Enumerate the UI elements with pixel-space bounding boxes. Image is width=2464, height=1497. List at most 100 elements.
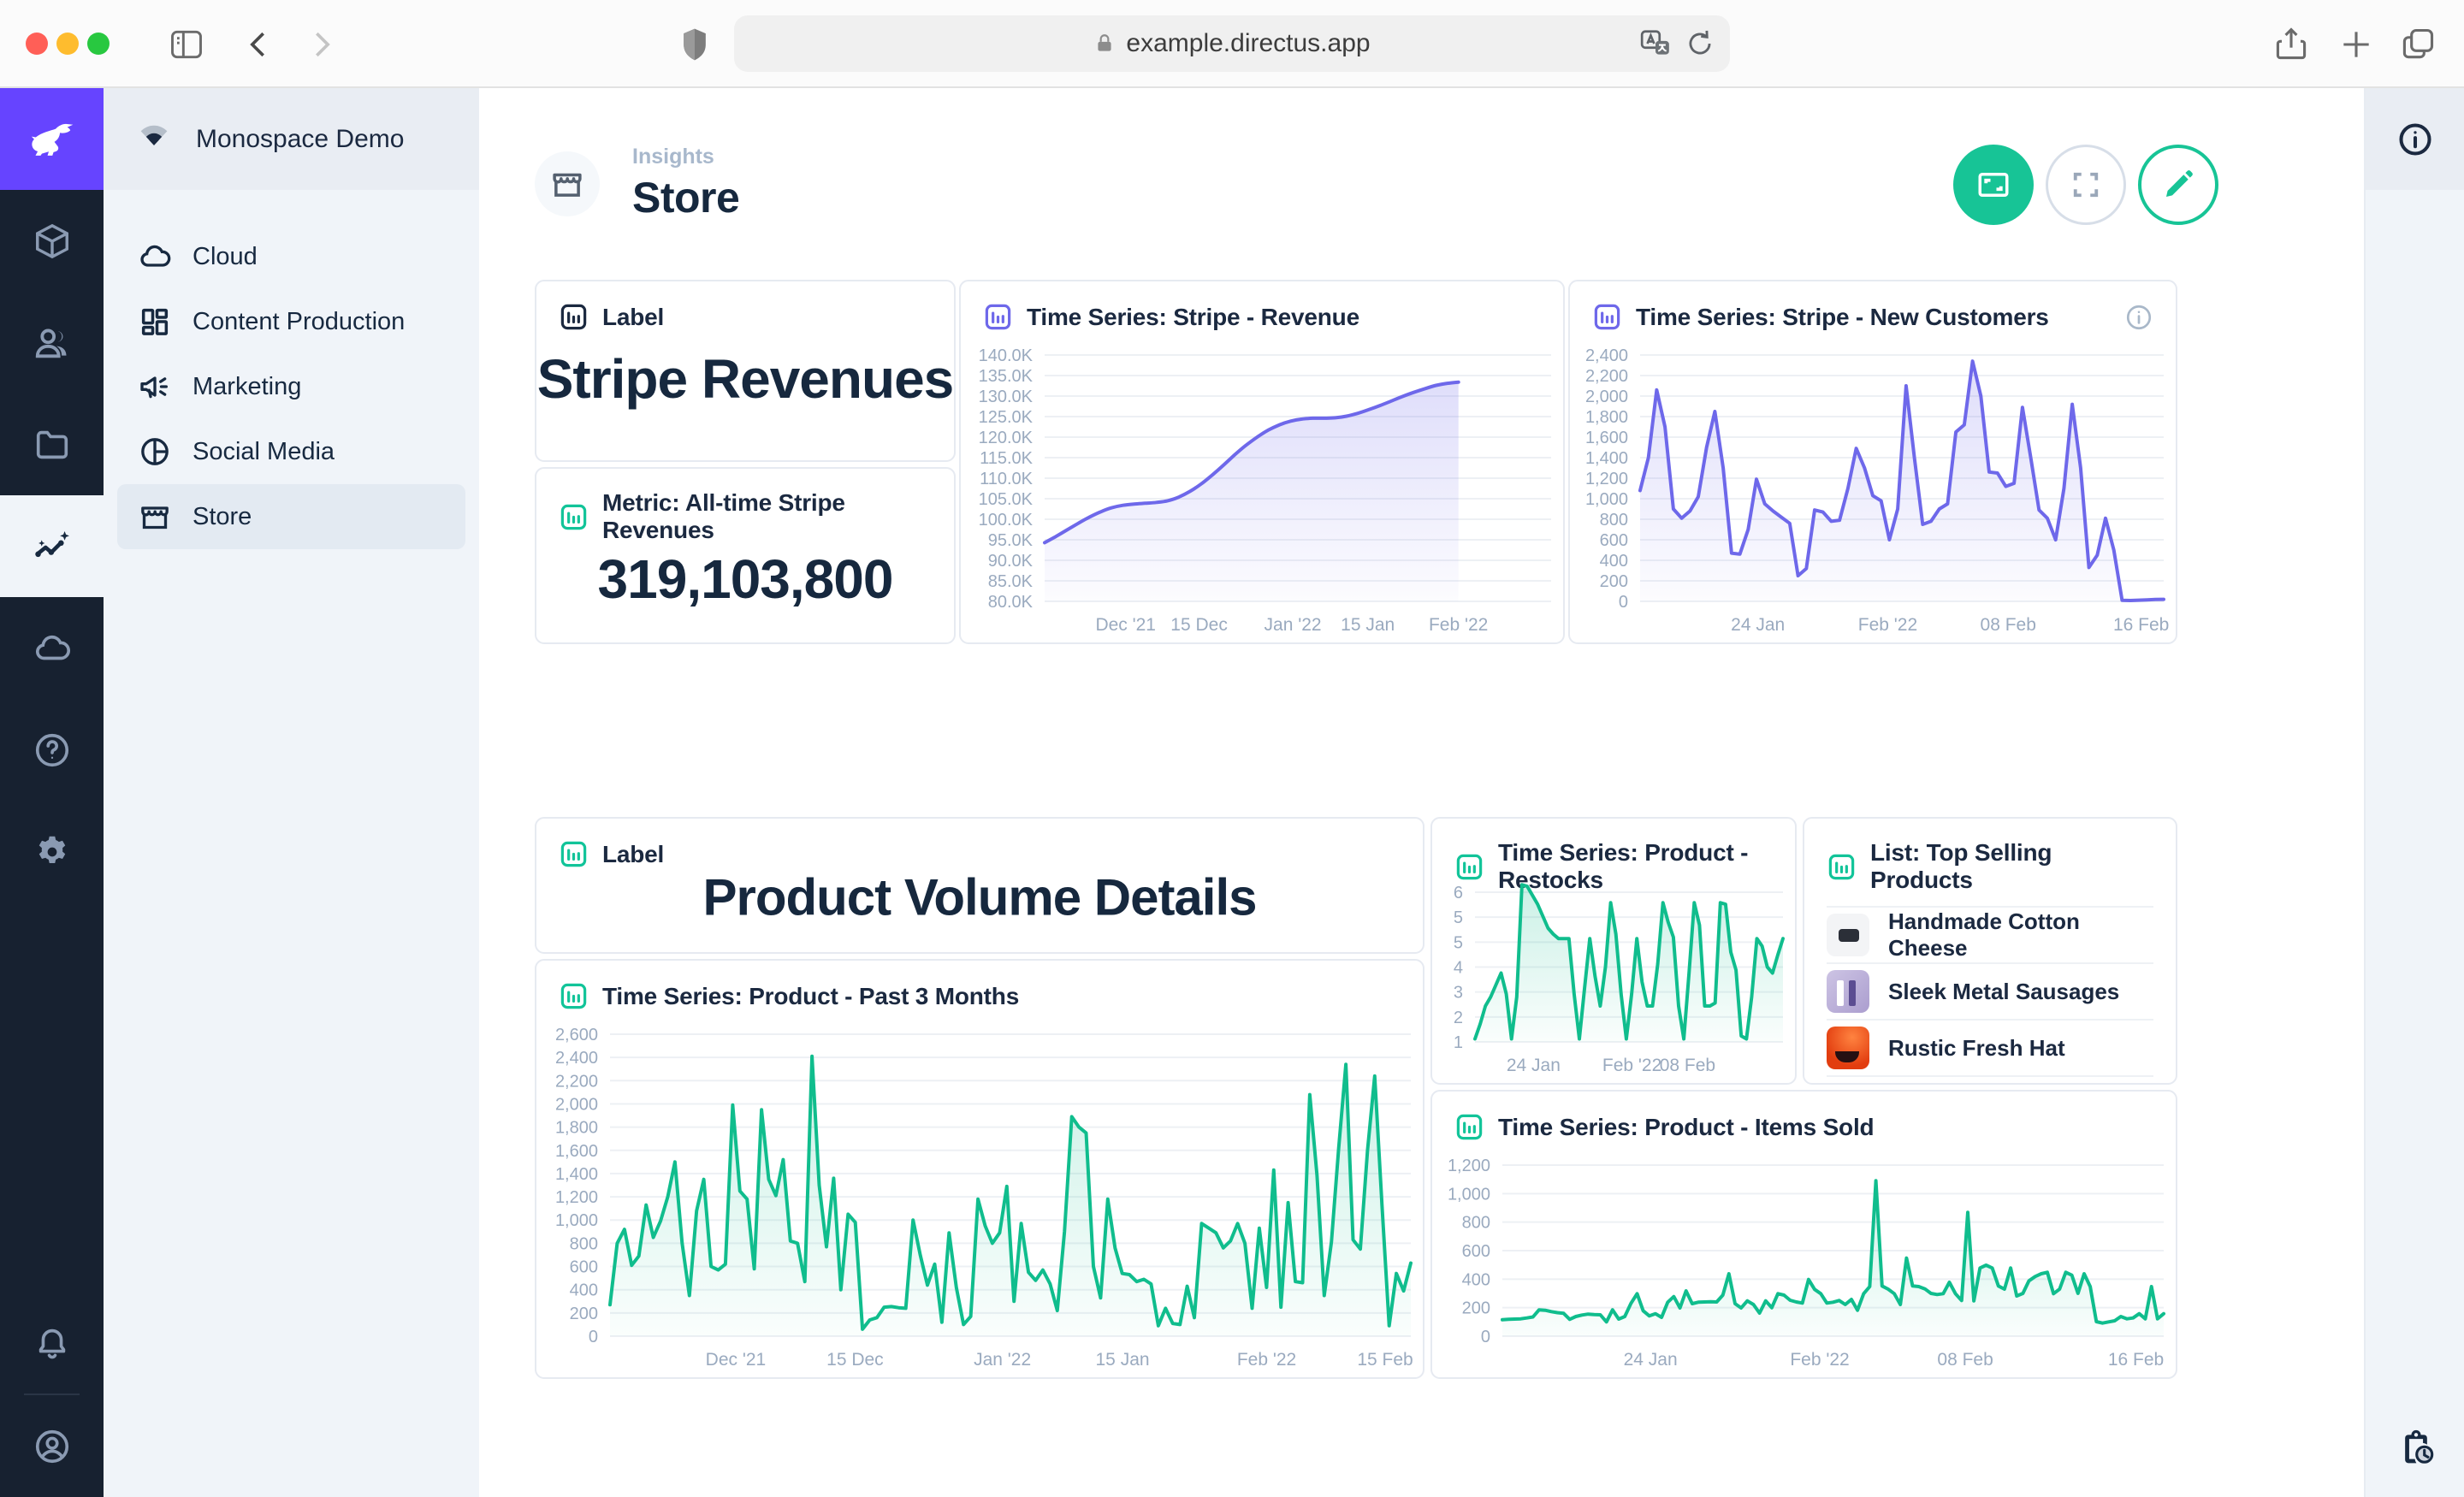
svg-text:08 Feb: 08 Feb bbox=[1937, 1350, 1993, 1370]
svg-text:200: 200 bbox=[570, 1305, 598, 1323]
breadcrumb[interactable]: Insights bbox=[632, 145, 739, 169]
product-items-sold-chart: 1,2001,000800600400200024 JanFeb '2208 F… bbox=[1434, 1146, 2174, 1376]
lock-icon bbox=[1093, 33, 1116, 55]
module-help[interactable] bbox=[0, 699, 104, 801]
page-title: Store bbox=[632, 173, 739, 222]
rabbit-icon bbox=[26, 113, 79, 166]
storefront-icon bbox=[549, 166, 585, 202]
list-item[interactable]: Handmade Cotton Cheese bbox=[1827, 906, 2153, 962]
list-item[interactable]: Rustic Fresh Hat bbox=[1827, 1019, 2153, 1075]
address-bar[interactable]: example.directus.app bbox=[734, 15, 1730, 72]
users-icon bbox=[33, 323, 72, 363]
sidebar-item-content-production[interactable]: Content Production bbox=[117, 289, 465, 354]
svg-text:1,600: 1,600 bbox=[1585, 429, 1628, 447]
edit-dashboard-button[interactable] bbox=[2138, 145, 2218, 225]
panel-metric-stripe[interactable]: Metric: All-time Stripe Revenues 319,103… bbox=[535, 467, 956, 644]
project-header[interactable]: Monospace Demo bbox=[104, 88, 479, 190]
account-button[interactable] bbox=[0, 1395, 104, 1497]
close-window-button[interactable] bbox=[26, 33, 48, 55]
back-button[interactable] bbox=[241, 26, 279, 63]
cloud-icon bbox=[138, 240, 172, 274]
sidebar-item-label: Cloud bbox=[192, 243, 258, 271]
new-tab-icon[interactable] bbox=[2337, 26, 2375, 63]
svg-text:16 Feb: 16 Feb bbox=[2113, 615, 2169, 635]
svg-text:Jan '22: Jan '22 bbox=[1265, 615, 1322, 635]
module-cloud[interactable] bbox=[0, 597, 104, 699]
svg-text:1,800: 1,800 bbox=[555, 1119, 598, 1138]
privacy-shield-icon[interactable] bbox=[676, 26, 714, 63]
panel-product-restocks[interactable]: Time Series: Product - Restocks 65543212… bbox=[1430, 817, 1797, 1085]
module-users[interactable] bbox=[0, 292, 104, 393]
info-sidebar bbox=[2364, 88, 2464, 1497]
list-item[interactable]: Tasty Plastic Shirt bbox=[1827, 1075, 2153, 1085]
sidebar-item-social-media[interactable]: Social Media bbox=[117, 419, 465, 484]
forward-button[interactable] bbox=[301, 26, 339, 63]
svg-text:115.0K: 115.0K bbox=[980, 449, 1034, 468]
stripe-new-customers-chart: 2,4002,2002,0001,8001,6001,4001,2001,000… bbox=[1572, 336, 2174, 641]
svg-text:0: 0 bbox=[589, 1328, 598, 1346]
panel-product-items-sold[interactable]: Time Series: Product - Items Sold 1,2001… bbox=[1430, 1090, 2177, 1379]
svg-text:200: 200 bbox=[1462, 1299, 1490, 1318]
list-item[interactable]: Sleek Metal Sausages bbox=[1827, 962, 2153, 1019]
activity-log-button[interactable] bbox=[2366, 1429, 2464, 1466]
reload-icon[interactable] bbox=[1684, 27, 1716, 67]
svg-text:2: 2 bbox=[1454, 1009, 1463, 1027]
svg-text:1,800: 1,800 bbox=[1585, 408, 1628, 427]
notifications-button[interactable] bbox=[0, 1292, 104, 1393]
translate-icon[interactable] bbox=[1639, 27, 1672, 67]
module-bar bbox=[0, 88, 104, 1497]
panel-product-past-3-months[interactable]: Time Series: Product - Past 3 Months 2,6… bbox=[535, 959, 1424, 1379]
module-settings[interactable] bbox=[0, 801, 104, 902]
sidebar-toggle-icon[interactable] bbox=[168, 26, 205, 63]
fit-to-grid-button[interactable] bbox=[1953, 145, 2034, 225]
svg-text:3: 3 bbox=[1454, 984, 1463, 1003]
svg-text:100.0K: 100.0K bbox=[979, 511, 1034, 530]
module-insights[interactable] bbox=[0, 495, 104, 597]
megaphone-icon bbox=[138, 370, 172, 404]
svg-text:6: 6 bbox=[1454, 884, 1463, 902]
svg-text:Jan '22: Jan '22 bbox=[974, 1350, 1031, 1370]
sidebar-item-marketing[interactable]: Marketing bbox=[117, 354, 465, 419]
panel-chart-icon bbox=[559, 981, 589, 1011]
panel-title: Time Series: Product - Items Sold bbox=[1498, 1114, 1874, 1141]
svg-text:2,200: 2,200 bbox=[1585, 367, 1628, 386]
tab-overview-icon[interactable] bbox=[2399, 26, 2437, 63]
panel-title: Time Series: Stripe - Revenue bbox=[1027, 304, 1359, 331]
panel-top-selling-products[interactable]: List: Top Selling Products Handmade Cott… bbox=[1803, 817, 2177, 1085]
svg-text:15 Feb: 15 Feb bbox=[1357, 1350, 1413, 1370]
svg-text:15 Dec: 15 Dec bbox=[1170, 615, 1228, 635]
module-collections[interactable] bbox=[0, 190, 104, 292]
panel-label-stripe[interactable]: Label Stripe Revenues bbox=[535, 280, 956, 462]
cloud-icon bbox=[33, 629, 72, 668]
navigation-sidebar: Monospace Demo Cloud Content Production … bbox=[104, 88, 479, 1497]
svg-text:130.0K: 130.0K bbox=[979, 388, 1034, 406]
svg-text:800: 800 bbox=[1462, 1214, 1490, 1233]
sidebar-item-cloud[interactable]: Cloud bbox=[117, 224, 465, 289]
directus-logo[interactable] bbox=[0, 88, 104, 190]
fullscreen-button[interactable] bbox=[2046, 145, 2126, 225]
svg-text:800: 800 bbox=[1600, 511, 1628, 530]
sidebar-info-button[interactable] bbox=[2366, 88, 2464, 190]
panel-chart-icon bbox=[559, 502, 589, 532]
share-icon[interactable] bbox=[2272, 26, 2310, 63]
product-thumbnail bbox=[1827, 1083, 1869, 1085]
fullscreen-window-button[interactable] bbox=[87, 33, 110, 55]
panel-stripe-new-customers[interactable]: Time Series: Stripe - New Customers 2,40… bbox=[1568, 280, 2177, 644]
svg-text:135.0K: 135.0K bbox=[979, 367, 1034, 386]
stripe-revenue-chart: 140.0K135.0K130.0K125.0K120.0K115.0K110.… bbox=[962, 336, 1561, 641]
url-text: example.directus.app bbox=[1126, 29, 1370, 58]
panel-stripe-revenue[interactable]: Time Series: Stripe - Revenue 140.0K135.… bbox=[959, 280, 1565, 644]
pie-chart-icon bbox=[138, 435, 172, 469]
svg-text:125.0K: 125.0K bbox=[979, 408, 1034, 427]
panel-info-icon[interactable] bbox=[2124, 303, 2153, 332]
panel-label-product[interactable]: Label Product Volume Details bbox=[535, 817, 1424, 954]
browser-toolbar: example.directus.app bbox=[0, 0, 2464, 88]
minimize-window-button[interactable] bbox=[56, 33, 79, 55]
metric-value: 319,103,800 bbox=[536, 547, 954, 610]
sidebar-item-label: Social Media bbox=[192, 438, 335, 466]
module-files[interactable] bbox=[0, 393, 104, 495]
sidebar-item-store[interactable]: Store bbox=[117, 484, 465, 549]
svg-text:2,600: 2,600 bbox=[555, 1026, 598, 1044]
header-actions bbox=[1953, 145, 2218, 225]
panel-chart-icon bbox=[559, 839, 589, 869]
